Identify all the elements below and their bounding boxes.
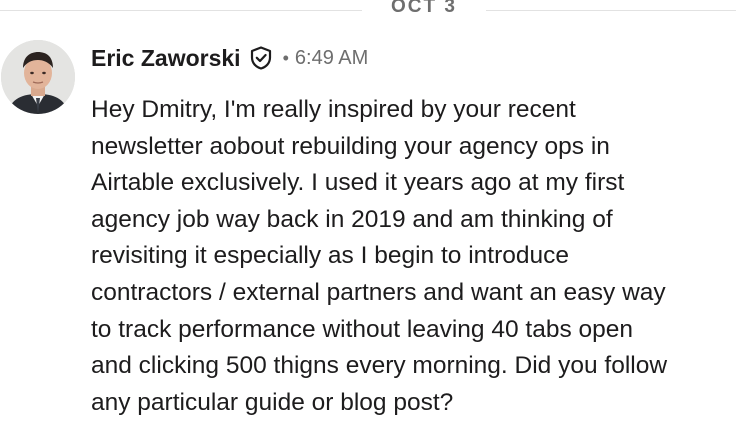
message-line: Hey Dmitry, I'm really inspired by your … [91, 96, 576, 123]
message-line: and clicking 500 thigns every morning. D… [91, 352, 668, 380]
date-divider: OCT 3 [0, 0, 736, 24]
message-line: revisiting it especially as I begin to i… [91, 242, 570, 270]
message-line: to track performance without leaving 40 … [91, 315, 634, 343]
message-body: Hey Dmitry, I'm really inspired by your … [91, 92, 736, 421]
divider-line-left [0, 10, 362, 11]
avatar-image [1, 40, 75, 114]
author-name[interactable]: Eric Zaworski [91, 45, 241, 72]
message-header: Eric Zaworski • 6:49 AM [91, 40, 368, 76]
message-line: contractors / external partners and want… [91, 278, 666, 306]
shield-check-icon [248, 45, 274, 71]
message-line: agency job way back in 2019 and am think… [91, 205, 613, 233]
header-separator: • [282, 47, 289, 68]
message-line: newsletter aobout rebuilding your agency… [91, 132, 610, 160]
date-label[interactable]: OCT 3 [362, 0, 486, 18]
avatar[interactable] [1, 40, 75, 114]
divider-line-right [486, 10, 736, 11]
message-line: Airtable exclusively. I used it years ag… [91, 169, 625, 197]
message-timestamp[interactable]: 6:49 AM [295, 47, 368, 70]
message-line: any particular guide or blog post? [91, 388, 454, 416]
